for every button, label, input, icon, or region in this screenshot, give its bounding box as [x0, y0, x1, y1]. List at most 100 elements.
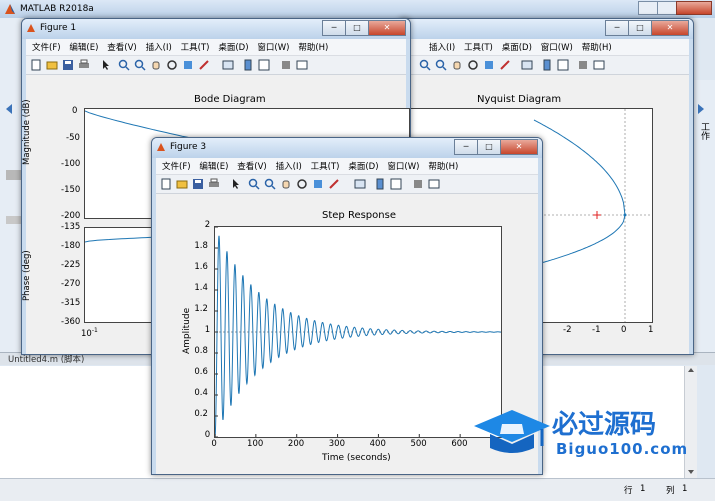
new-figure-icon[interactable]	[30, 59, 42, 71]
figure2-minimize-button[interactable]: ─	[605, 20, 629, 36]
show-tools-icon[interactable]	[296, 59, 308, 71]
zoom-in-icon[interactable]	[419, 59, 431, 71]
figure2-menu-window[interactable]: 窗口(W)	[541, 41, 573, 53]
brush-icon[interactable]	[328, 178, 340, 190]
figure1-menu-view[interactable]: 查看(V)	[107, 41, 136, 53]
legend-icon[interactable]	[390, 178, 402, 190]
bode-mag-ylabel: Magnitude (dB)	[22, 99, 32, 165]
figure3-menu-help[interactable]: 帮助(H)	[428, 160, 458, 172]
colorbar-icon[interactable]	[242, 59, 254, 71]
pan-icon[interactable]	[451, 59, 463, 71]
rotate-icon[interactable]	[166, 59, 178, 71]
hide-tools-icon[interactable]	[280, 59, 292, 71]
open-file-icon[interactable]	[46, 59, 58, 71]
save-icon[interactable]	[192, 178, 204, 190]
colorbar-icon[interactable]	[541, 59, 553, 71]
figure1-menu-edit[interactable]: 编辑(E)	[69, 41, 98, 53]
figure3-menu-edit[interactable]: 编辑(E)	[199, 160, 228, 172]
right-nav-arrow-icon[interactable]	[698, 104, 704, 114]
nyquist-xtick-0: -2	[563, 325, 572, 335]
figure1-menu-window[interactable]: 窗口(W)	[257, 41, 289, 53]
zoom-in-icon[interactable]	[248, 178, 260, 190]
figure1-close-button[interactable]: ✕	[368, 20, 406, 36]
main-close-button[interactable]	[676, 1, 712, 15]
figure1-titlebar[interactable]: Figure 1 ─ □ ✕	[22, 19, 410, 39]
pan-icon[interactable]	[150, 59, 162, 71]
left-nav-arrow-icon[interactable]	[6, 104, 12, 114]
figure3-menu-view[interactable]: 查看(V)	[237, 160, 266, 172]
main-minimize-button[interactable]	[638, 1, 658, 15]
print-icon[interactable]	[78, 59, 90, 71]
figure1-maximize-button[interactable]: □	[345, 20, 369, 36]
show-tools-icon[interactable]	[428, 178, 440, 190]
rotate-icon[interactable]	[467, 59, 479, 71]
link-plot-icon[interactable]	[222, 59, 234, 71]
figure2-maximize-button[interactable]: □	[628, 20, 652, 36]
figure1-menubar: 文件(F) 编辑(E) 查看(V) 插入(I) 工具(T) 桌面(D) 窗口(W…	[26, 39, 406, 56]
figure2-menu-desktop[interactable]: 桌面(D)	[502, 41, 532, 53]
step-xtick-label-5: 500	[410, 439, 427, 449]
figure1-menu-desktop[interactable]: 桌面(D)	[218, 41, 248, 53]
figure2-menu-help[interactable]: 帮助(H)	[582, 41, 612, 53]
hide-tools-icon[interactable]	[412, 178, 424, 190]
bode-mag-tick-4: -200	[61, 211, 81, 221]
bode-xtick-base: 10	[81, 328, 92, 339]
step-xtick-label-3: 300	[328, 439, 345, 449]
data-cursor-icon[interactable]	[312, 178, 324, 190]
print-icon[interactable]	[208, 178, 220, 190]
select-arrow-icon[interactable]	[100, 59, 112, 71]
figure3-menu-insert[interactable]: 插入(I)	[276, 160, 302, 172]
left-selected-row-2	[6, 216, 22, 224]
brush-icon[interactable]	[198, 59, 210, 71]
workspace-side-tab[interactable]: 工作	[698, 122, 711, 140]
show-tools-icon[interactable]	[593, 59, 605, 71]
figure3-close-button[interactable]: ✕	[500, 139, 538, 155]
zoom-out-icon[interactable]	[264, 178, 276, 190]
figure2-titlebar[interactable]: ─ □ ✕	[399, 19, 693, 39]
step-axes[interactable]	[214, 226, 502, 438]
figure1-menu-tools[interactable]: 工具(T)	[181, 41, 210, 53]
brush-icon[interactable]	[499, 59, 511, 71]
legend-icon[interactable]	[258, 59, 270, 71]
scroll-down-icon[interactable]	[688, 470, 694, 474]
figure1-minimize-button[interactable]: ─	[322, 20, 346, 36]
data-cursor-icon[interactable]	[182, 59, 194, 71]
figure3-maximize-button[interactable]: □	[477, 139, 501, 155]
new-figure-icon[interactable]	[160, 178, 172, 190]
figure3-menu-file[interactable]: 文件(F)	[162, 160, 191, 172]
colorbar-icon[interactable]	[374, 178, 386, 190]
zoom-in-icon[interactable]	[118, 59, 130, 71]
figure1-window-buttons: ─ □ ✕	[322, 20, 406, 36]
figure2-close-button[interactable]: ✕	[651, 20, 689, 36]
main-titlebar[interactable]: MATLAB R2018a	[0, 0, 715, 18]
figure2-menu-tools[interactable]: 工具(T)	[464, 41, 493, 53]
figure3-menu-desktop[interactable]: 桌面(D)	[348, 160, 378, 172]
figure1-menu-insert[interactable]: 插入(I)	[146, 41, 172, 53]
zoom-out-icon[interactable]	[435, 59, 447, 71]
figure3-titlebar[interactable]: Figure 3 ─ □ ✕	[152, 138, 542, 158]
save-icon[interactable]	[62, 59, 74, 71]
nyquist-xtick-3: 1	[648, 325, 654, 335]
figure2-menu-insert[interactable]: 插入(I)	[429, 41, 455, 53]
nyquist-curve-lower	[533, 214, 626, 266]
rotate-icon[interactable]	[296, 178, 308, 190]
bode-phase-tick-4: -315	[61, 298, 81, 308]
legend-icon[interactable]	[557, 59, 569, 71]
scroll-up-icon[interactable]	[688, 368, 694, 372]
editor-scrollbar[interactable]	[684, 366, 697, 478]
zoom-out-icon[interactable]	[134, 59, 146, 71]
hide-tools-icon[interactable]	[577, 59, 589, 71]
select-arrow-icon[interactable]	[230, 178, 242, 190]
figure3-menu-window[interactable]: 窗口(W)	[387, 160, 419, 172]
figure3-minimize-button[interactable]: ─	[454, 139, 478, 155]
figure1-menu-help[interactable]: 帮助(H)	[298, 41, 328, 53]
figure1-menu-file[interactable]: 文件(F)	[32, 41, 61, 53]
main-maximize-button[interactable]	[657, 1, 677, 15]
data-cursor-icon[interactable]	[483, 59, 495, 71]
open-file-icon[interactable]	[176, 178, 188, 190]
link-plot-icon[interactable]	[521, 59, 533, 71]
figure3-menu-tools[interactable]: 工具(T)	[311, 160, 340, 172]
main-window-buttons	[610, 0, 715, 16]
link-plot-icon[interactable]	[354, 178, 366, 190]
pan-icon[interactable]	[280, 178, 292, 190]
